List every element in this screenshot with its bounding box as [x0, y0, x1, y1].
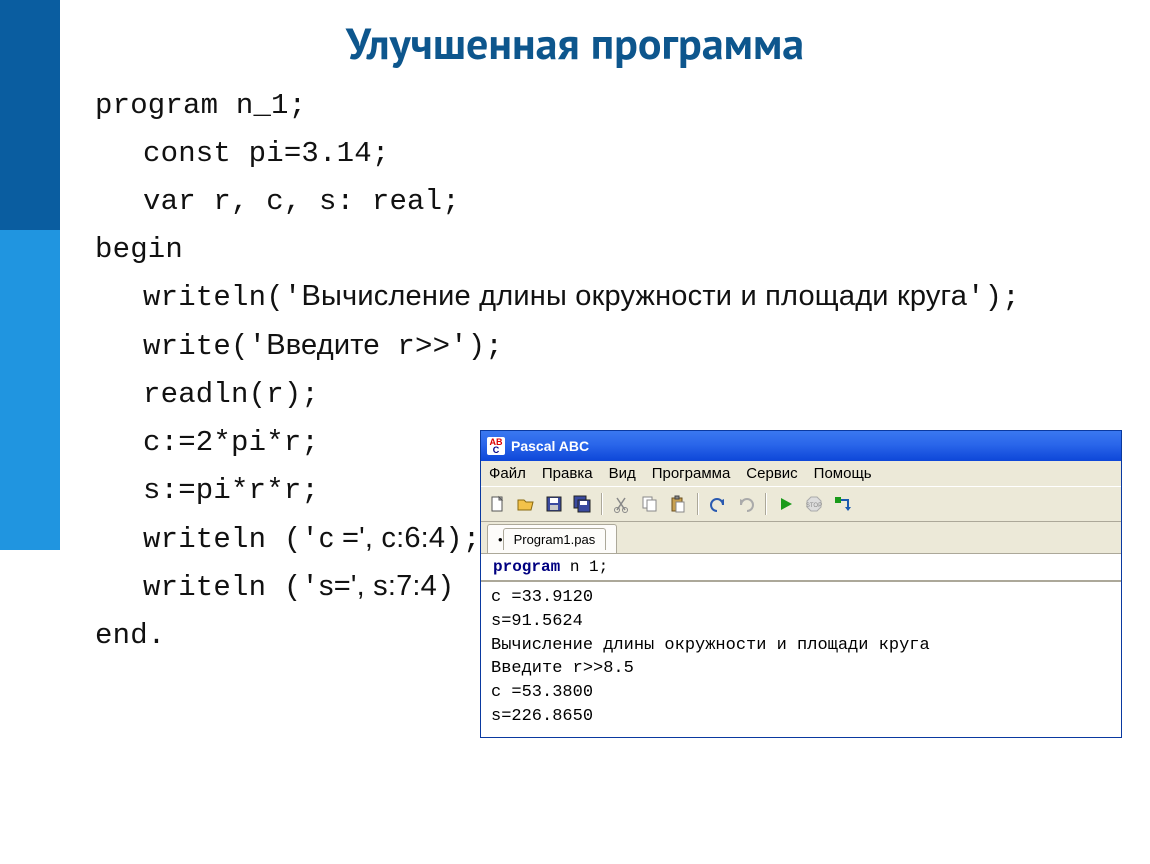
output-line: c =33.9120	[491, 586, 1111, 610]
run-icon[interactable]	[777, 495, 795, 513]
ide-titlebar: ABC Pascal ABC	[481, 431, 1121, 461]
menu-edit[interactable]: Правка	[542, 465, 593, 482]
menu-help[interactable]: Помощь	[814, 465, 872, 482]
menu-program[interactable]: Программа	[652, 465, 731, 482]
ide-editor[interactable]: program n 1;	[481, 553, 1121, 580]
slide-title: Улучшенная программа	[0, 0, 1150, 82]
ide-output: c =33.9120 s=91.5624 Вычисление длины ок…	[481, 580, 1121, 737]
menu-view[interactable]: Вид	[609, 465, 636, 482]
paste-icon[interactable]	[669, 495, 687, 513]
pascal-abc-icon: ABC	[487, 437, 505, 455]
output-line: Введите r>>8.5	[491, 657, 1111, 681]
menu-file[interactable]: Файл	[489, 465, 526, 482]
save-icon[interactable]	[545, 495, 563, 513]
ide-tabbar: •Program1.pas	[481, 522, 1121, 553]
save-all-icon[interactable]	[573, 495, 591, 513]
cut-icon[interactable]	[613, 495, 631, 513]
output-line: s=91.5624	[491, 610, 1111, 634]
file-tab[interactable]: •Program1.pas	[487, 524, 617, 553]
new-file-icon[interactable]	[489, 495, 507, 513]
output-line: s=226.8650	[491, 705, 1111, 729]
redo-icon[interactable]	[737, 495, 755, 513]
ide-window: ABC Pascal ABC Файл Правка Вид Программа…	[480, 430, 1122, 738]
output-line: Вычисление длины окружности и площади кр…	[491, 634, 1111, 658]
ide-toolbar: STOP	[481, 486, 1121, 522]
undo-icon[interactable]	[709, 495, 727, 513]
stop-icon[interactable]: STOP	[805, 495, 823, 513]
ide-menubar: Файл Правка Вид Программа Сервис Помощь	[481, 461, 1121, 486]
output-line: c =53.3800	[491, 681, 1111, 705]
ide-title-text: Pascal ABC	[511, 438, 589, 454]
open-file-icon[interactable]	[517, 495, 535, 513]
step-icon[interactable]	[833, 495, 851, 513]
svg-text:STOP: STOP	[806, 503, 822, 509]
side-decoration	[0, 0, 60, 864]
menu-service[interactable]: Сервис	[746, 465, 797, 482]
copy-icon[interactable]	[641, 495, 659, 513]
